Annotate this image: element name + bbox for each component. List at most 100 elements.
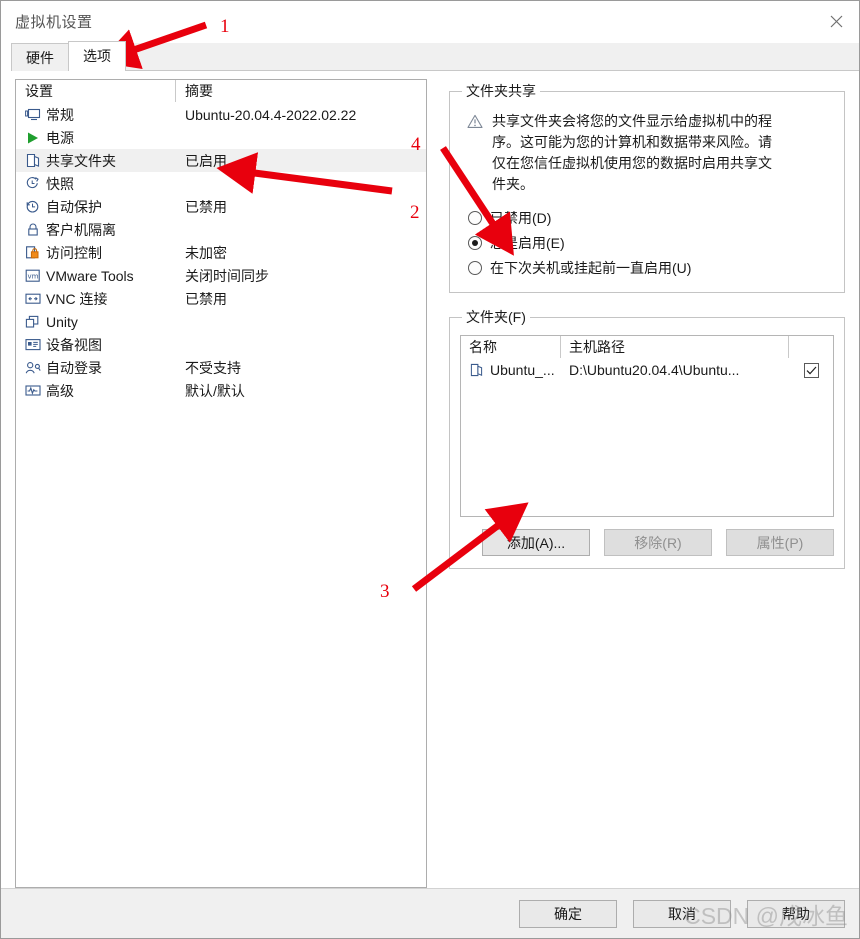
- autologin-icon: [24, 359, 41, 376]
- folder-sharing-radio-group: 已禁用(D) 总是启用(E) 在下次关机或挂起前一直启用(U): [460, 197, 834, 280]
- column-header-summary: 摘要: [185, 83, 213, 99]
- warning-triangle-icon: [466, 113, 483, 130]
- settings-row-vmware-tools[interactable]: vm VMware Tools 关闭时间同步: [16, 264, 426, 287]
- settings-row-unity[interactable]: Unity: [16, 310, 426, 333]
- add-folder-button[interactable]: 添加(A)...: [482, 529, 590, 556]
- settings-row-autoprotect[interactable]: 自动保护 已禁用: [16, 195, 426, 218]
- settings-row-label: Unity: [46, 313, 78, 330]
- settings-row-label: 设备视图: [46, 336, 102, 353]
- radio-indicator: [468, 210, 482, 225]
- settings-row-access-control[interactable]: 访问控制 未加密: [16, 241, 426, 264]
- settings-row-summary: 已禁用: [185, 198, 227, 215]
- settings-row-general[interactable]: 常规 Ubuntu-20.04.4-2022.02.22: [16, 103, 426, 126]
- folder-enabled-cell[interactable]: [789, 362, 833, 378]
- settings-row-shared-folders[interactable]: 共享文件夹 已启用: [16, 149, 426, 172]
- settings-row-label: 自动登录: [46, 359, 102, 376]
- settings-row-label: 常规: [46, 106, 74, 123]
- settings-row-vnc[interactable]: VNC 连接 已禁用: [16, 287, 426, 310]
- cancel-button[interactable]: 取消: [633, 899, 731, 928]
- settings-row-summary: 默认/默认: [185, 382, 245, 399]
- folder-sharing-warning-text: 共享文件夹会将您的文件显示给虚拟机中的程序。这可能为您的计算机和数据带来风险。请…: [492, 113, 772, 192]
- radio-label: 已禁用(D): [490, 209, 552, 226]
- remove-folder-button: 移除(R): [604, 529, 712, 556]
- settings-row-snapshot[interactable]: 快照: [16, 172, 426, 195]
- radio-option-until-shutdown[interactable]: 在下次关机或挂起前一直启用(U): [468, 255, 834, 280]
- column-header-host-path: 主机路径: [561, 336, 789, 358]
- settings-row-label: 高级: [46, 382, 74, 399]
- settings-list[interactable]: 设置 摘要 常规 Ubuntu-20.04.4-2022.02.22 电源 共享…: [15, 79, 427, 888]
- settings-row-label-cell: 客户机隔离: [16, 218, 176, 241]
- settings-row-label-cell: 自动登录: [16, 356, 176, 379]
- column-header-name: 名称: [461, 336, 561, 358]
- settings-row-device-view[interactable]: 设备视图: [16, 333, 426, 356]
- dialog-footer: 确定 取消 帮助: [1, 888, 859, 938]
- lock-icon: [24, 221, 41, 238]
- settings-row-label-cell: 常规: [16, 103, 176, 126]
- settings-row-label: 共享文件夹: [46, 152, 116, 169]
- play-triangle-icon: [24, 129, 41, 146]
- settings-row-label: 自动保护: [46, 198, 102, 215]
- settings-row-label: 电源: [46, 129, 74, 146]
- settings-list-header: 设置 摘要: [16, 80, 426, 103]
- folder-sharing-group: 文件夹共享 共享文件夹会将您的文件显示给虚拟机中的程序。这可能为您的计算机和数据…: [449, 81, 845, 293]
- folders-list[interactable]: 名称 主机路径 Ubuntu_... D:\Ubuntu20.04.4\Ubun…: [460, 335, 834, 517]
- folder-sharing-warning: 共享文件夹会将您的文件显示给虚拟机中的程序。这可能为您的计算机和数据带来风险。请…: [460, 109, 834, 197]
- settings-row-label-cell: 设备视图: [16, 333, 176, 356]
- shared-folder-icon: [24, 152, 41, 169]
- window-title: 虚拟机设置: [15, 13, 93, 31]
- close-button[interactable]: [813, 1, 859, 41]
- vm-settings-dialog: 虚拟机设置 硬件 选项 设置 摘要 常规 Ubuntu-20.04.4-2022…: [0, 0, 860, 939]
- radio-option-disabled[interactable]: 已禁用(D): [468, 205, 834, 230]
- folder-enabled-checkbox[interactable]: [803, 362, 819, 378]
- shared-folder-icon: [468, 362, 485, 379]
- settings-row-summary: 关闭时间同步: [185, 267, 269, 284]
- settings-row-advanced[interactable]: 高级 默认/默认: [16, 379, 426, 402]
- advanced-icon: [24, 382, 41, 399]
- settings-row-summary: Ubuntu-20.04.4-2022.02.22: [185, 106, 357, 123]
- folder-name-cell: Ubuntu_...: [461, 362, 561, 379]
- settings-row-power[interactable]: 电源: [16, 126, 426, 149]
- settings-row-label-cell: 自动保护: [16, 195, 176, 218]
- folders-list-row[interactable]: Ubuntu_... D:\Ubuntu20.04.4\Ubuntu...: [461, 358, 833, 382]
- radio-label: 总是启用(E): [490, 234, 565, 251]
- options-panel: 文件夹共享 共享文件夹会将您的文件显示给虚拟机中的程序。这可能为您的计算机和数据…: [449, 79, 845, 888]
- settings-row-summary: 不受支持: [185, 359, 241, 376]
- tab-strip: 硬件 选项: [1, 41, 859, 71]
- snapshot-clock-icon: [24, 175, 41, 192]
- settings-row-summary: 已启用: [185, 152, 227, 169]
- settings-row-label-cell: 共享文件夹: [16, 149, 176, 172]
- vnc-icon: [24, 290, 41, 307]
- settings-row-label-cell: 访问控制: [16, 241, 176, 264]
- radio-label: 在下次关机或挂起前一直启用(U): [490, 259, 692, 276]
- help-button[interactable]: 帮助: [747, 899, 845, 928]
- folder-name: Ubuntu_...: [490, 362, 555, 378]
- settings-row-label: VNC 连接: [46, 290, 108, 307]
- dialog-body: 设置 摘要 常规 Ubuntu-20.04.4-2022.02.22 电源 共享…: [1, 71, 859, 888]
- tab-options[interactable]: 选项: [68, 41, 126, 71]
- settings-row-label: 访问控制: [46, 244, 102, 261]
- settings-row-label: 快照: [46, 175, 74, 192]
- autoprotect-icon: [24, 198, 41, 215]
- settings-row-label: VMware Tools: [46, 267, 134, 284]
- access-control-icon: [24, 244, 41, 261]
- settings-row-label-cell: VNC 连接: [16, 287, 176, 310]
- settings-row-label-cell: 快照: [16, 172, 176, 195]
- settings-row-summary: 未加密: [185, 244, 227, 261]
- radio-option-always-enabled[interactable]: 总是启用(E): [468, 230, 834, 255]
- folder-sharing-legend: 文件夹共享: [466, 83, 536, 99]
- tab-hardware[interactable]: 硬件: [11, 43, 69, 71]
- radio-indicator-selected: [468, 235, 482, 250]
- device-view-icon: [24, 336, 41, 353]
- settings-row-guest-isolation[interactable]: 客户机隔离: [16, 218, 426, 241]
- column-header-setting: 设置: [16, 80, 176, 102]
- unity-icon: [24, 313, 41, 330]
- settings-row-summary: 已禁用: [185, 290, 227, 307]
- monitor-icon: [24, 106, 41, 123]
- radio-indicator: [468, 260, 482, 275]
- folders-list-header: 名称 主机路径: [461, 336, 833, 358]
- folders-group: 文件夹(F) 名称 主机路径 Ubuntu_... D:\Ubuntu20.04…: [449, 307, 845, 569]
- ok-button[interactable]: 确定: [519, 899, 617, 928]
- settings-row-label-cell: Unity: [16, 310, 176, 333]
- settings-row-label-cell: vm VMware Tools: [16, 264, 176, 287]
- settings-row-autologin[interactable]: 自动登录 不受支持: [16, 356, 426, 379]
